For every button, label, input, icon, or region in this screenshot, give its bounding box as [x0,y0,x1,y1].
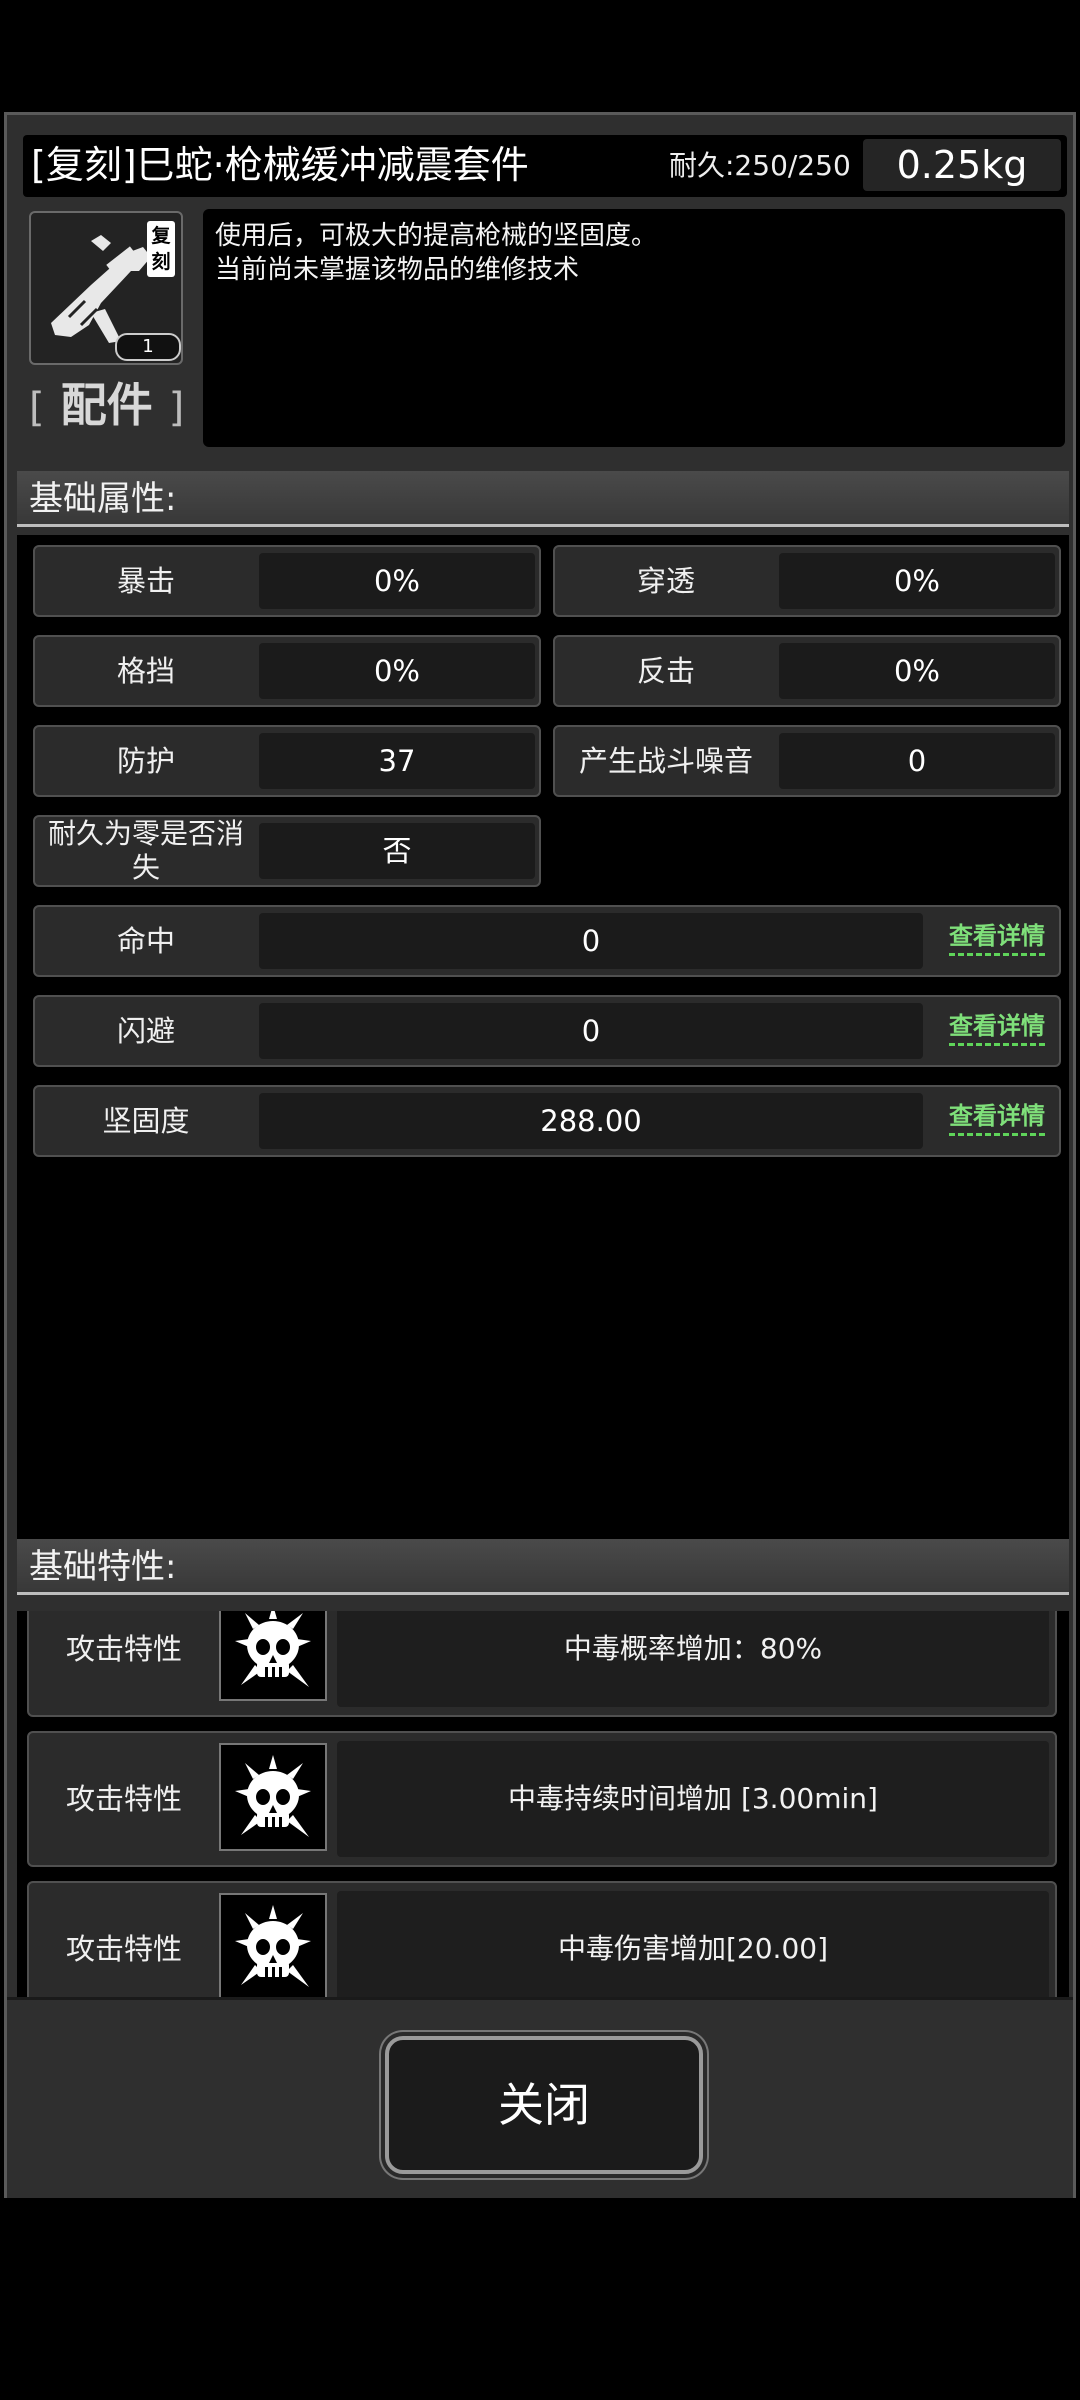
trait-label: 攻击特性 [65,1632,182,1666]
attr-value: 0 [259,913,923,969]
attr-value: 否 [259,823,535,879]
trait-label: 攻击特性 [65,1782,182,1816]
trait-icon-frame [219,1743,327,1851]
footer-bar: 关闭 [7,1997,1073,2198]
description-line: 当前尚未掌握该物品的维修技术 [215,255,580,285]
attr-value: 0 [779,733,1055,789]
attr-label: 闪避 [116,1014,175,1048]
trait-row: 攻击特性 [27,1611,1057,1717]
trait-label: 攻击特性 [65,1932,182,1966]
view-details-link[interactable]: 查看详情 [949,921,1045,956]
attr-label: 防护 [116,744,175,778]
attr-value: 0% [259,643,535,699]
weight-value: 0.25kg [863,139,1061,191]
trait-icon-frame [219,1893,327,2001]
close-button[interactable]: 关闭 [385,2036,703,2174]
description-line: 使用后，可极大的提高枪械的坚固度。 [215,221,658,251]
attr-value: 0 [259,1003,923,1059]
attr-label: 耐久为零是否消失 [47,817,244,884]
section-basic-attributes: 基础属性: [17,471,1069,527]
attr-penetration: 穿透 0% [553,545,1061,617]
poison-skull-icon [235,1755,311,1837]
trait-row: 攻击特性 [27,1731,1057,1867]
trait-text-box: 中毒伤害增加[20.00] [337,1891,1049,2007]
attributes-area: 暴击 0% 穿透 0% 格挡 0% 反击 0% 防护 37 产生战斗噪音 0 耐… [17,535,1069,1539]
trait-text: 中毒概率增加：80% [563,1632,823,1665]
attr-block: 格挡 0% [33,635,541,707]
attr-label: 穿透 [636,564,695,598]
attr-counter: 反击 0% [553,635,1061,707]
quantity-badge: 1 [115,333,181,361]
durability-text: 耐久:250/250 [669,149,851,182]
item-detail-panel: [复刻]巳蛇·枪械缓冲减震套件 耐久:250/250 0.25kg 复刻 1 [… [4,112,1076,2198]
attr-combat-noise: 产生战斗噪音 0 [553,725,1061,797]
attr-label: 反击 [636,654,695,688]
item-title: [复刻]巳蛇·枪械缓冲减震套件 [31,143,529,187]
trait-text: 中毒持续时间增加 [3.00min] [508,1782,878,1815]
attr-value: 0% [259,553,535,609]
attr-hit: 命中 0 查看详情 [33,905,1061,977]
attr-value: 288.00 [259,1093,923,1149]
poison-skull-icon [235,1905,311,1987]
trait-text-box: 中毒持续时间增加 [3.00min] [337,1741,1049,1857]
category-bracket-close: ] [168,385,185,431]
item-icon-frame: 复刻 1 [29,211,183,365]
section-title: 基础特性: [29,1547,177,1587]
view-details-link[interactable]: 查看详情 [949,1011,1045,1046]
category-bracket-open: [ [29,385,45,431]
category-label: 配件 [60,378,153,432]
attr-label: 产生战斗噪音 [578,744,753,778]
attr-label: 坚固度 [102,1104,190,1138]
attr-dodge: 闪避 0 查看详情 [33,995,1061,1067]
trait-text-box: 中毒概率增加：80% [337,1611,1049,1707]
attr-label: 格挡 [116,654,175,688]
copy-badge: 复刻 [147,221,175,277]
attr-crit: 暴击 0% [33,545,541,617]
attr-vanish-on-zero: 耐久为零是否消失 否 [33,815,541,887]
attr-sturdiness: 坚固度 288.00 查看详情 [33,1085,1061,1157]
section-basic-traits: 基础特性: [17,1539,1069,1595]
attr-label: 命中 [116,924,175,958]
attr-value: 0% [779,643,1055,699]
item-category: [ 配件 ] [29,377,185,436]
attr-defense: 防护 37 [33,725,541,797]
attr-value: 37 [259,733,535,789]
poison-skull-icon [235,1611,311,1687]
attr-value: 0% [779,553,1055,609]
section-title: 基础属性: [29,479,177,519]
trait-text: 中毒伤害增加[20.00] [557,1932,828,1965]
trait-icon-frame [219,1611,327,1701]
item-description: 使用后，可极大的提高枪械的坚固度。 当前尚未掌握该物品的维修技术 [203,209,1065,447]
item-header: [复刻]巳蛇·枪械缓冲减震套件 耐久:250/250 0.25kg [23,135,1067,197]
attr-label: 暴击 [116,564,175,598]
view-details-link[interactable]: 查看详情 [949,1101,1045,1136]
